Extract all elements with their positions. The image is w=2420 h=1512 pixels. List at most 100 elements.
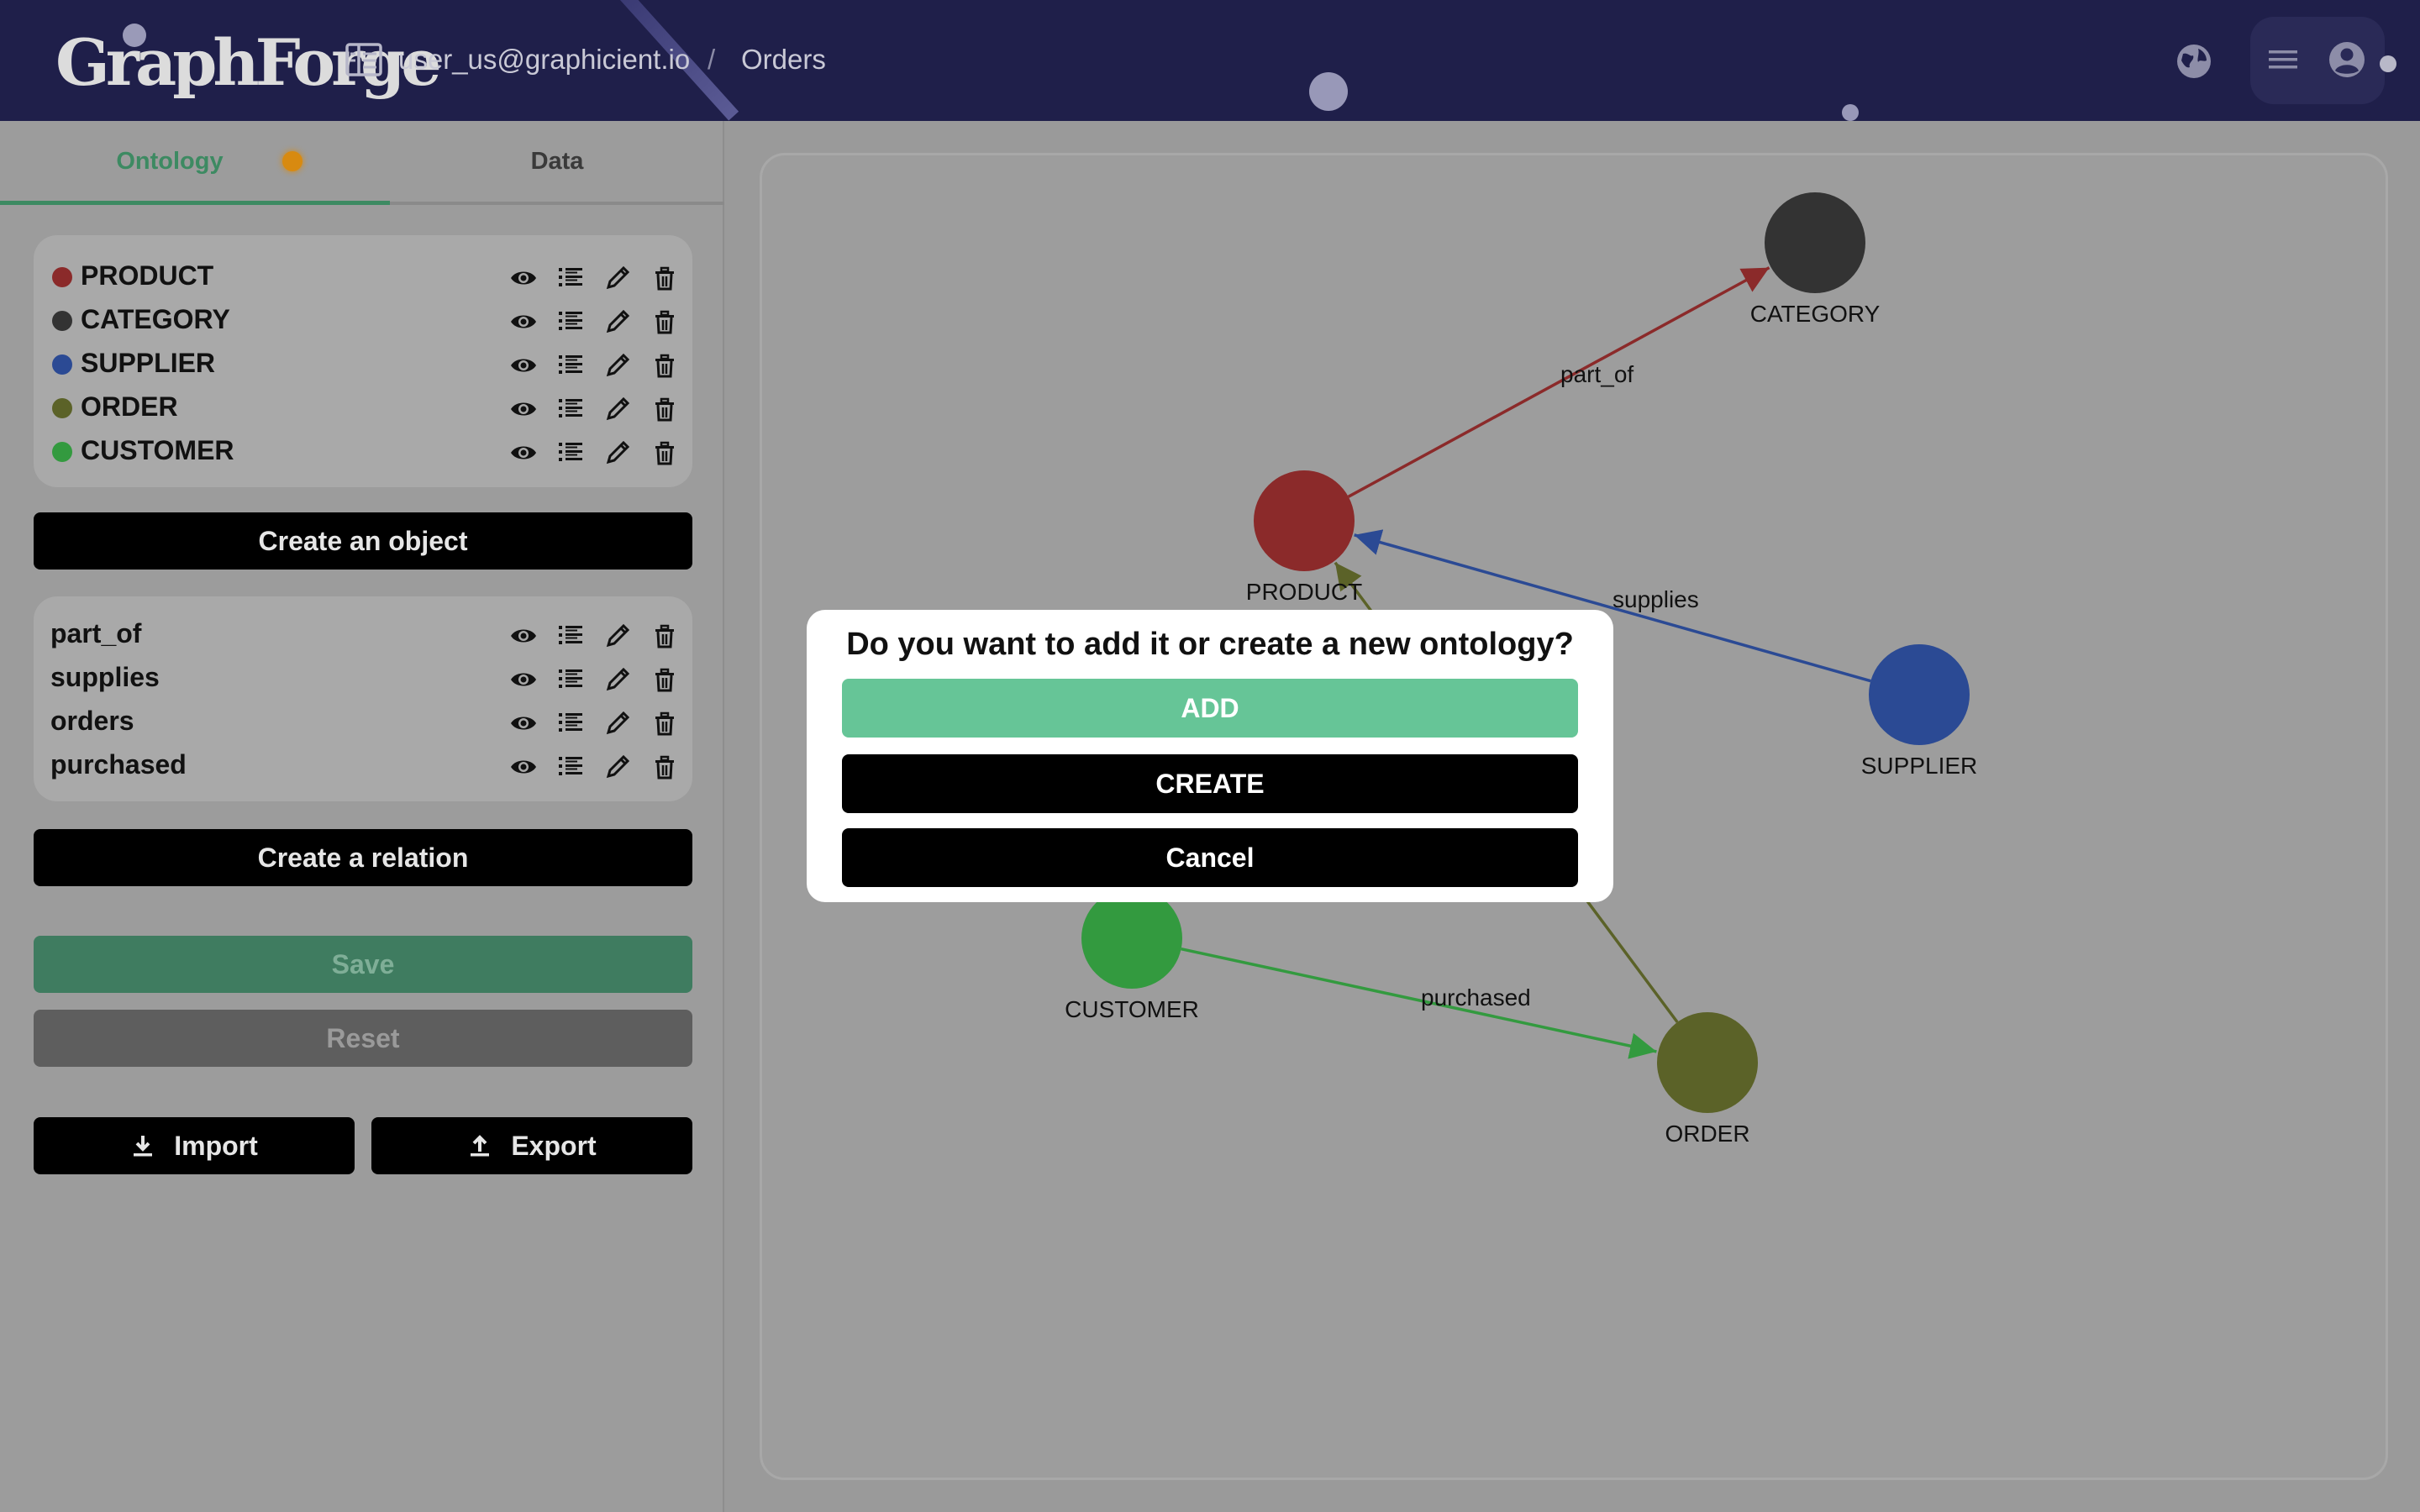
- list-icon[interactable]: [556, 622, 585, 650]
- color-swatch: [52, 442, 72, 462]
- trash-icon[interactable]: [650, 622, 679, 650]
- list-icon[interactable]: [556, 307, 585, 336]
- add-button[interactable]: ADD: [842, 679, 1578, 738]
- list-icon[interactable]: [556, 264, 585, 292]
- trash-icon[interactable]: [650, 753, 679, 781]
- pencil-icon[interactable]: [603, 307, 632, 336]
- table-icon: [345, 43, 382, 76]
- relation-row[interactable]: part_of: [34, 613, 692, 657]
- object-name: CUSTOMER: [81, 435, 234, 465]
- unsaved-indicator-dot: [282, 151, 302, 171]
- row-actions: [499, 304, 684, 338]
- reset-button[interactable]: Reset: [34, 1010, 692, 1067]
- upload-icon: [471, 1134, 490, 1157]
- breadcrumb-user[interactable]: user_us@graphicient.io: [398, 44, 690, 76]
- relation-row[interactable]: supplies: [34, 657, 692, 701]
- edge-label: purchased: [1421, 984, 1531, 1011]
- row-actions: [499, 435, 684, 469]
- objects-list: PRODUCT CATEGORY SUPPLIER ORDER CUSTOMER: [34, 235, 692, 487]
- object-name: PRODUCT: [81, 260, 214, 291]
- node-label: ORDER: [1665, 1121, 1749, 1147]
- relation-name: purchased: [50, 749, 187, 780]
- trash-icon[interactable]: [650, 438, 679, 467]
- color-swatch: [52, 267, 72, 287]
- pencil-icon[interactable]: [603, 351, 632, 380]
- list-icon[interactable]: [556, 753, 585, 781]
- list-icon[interactable]: [556, 395, 585, 423]
- create-object-button[interactable]: Create an object: [34, 512, 692, 570]
- cancel-button[interactable]: Cancel: [842, 828, 1578, 887]
- object-name: CATEGORY: [81, 304, 230, 334]
- edge-label: part_of: [1560, 361, 1634, 387]
- object-row[interactable]: CATEGORY: [34, 299, 692, 343]
- eye-icon[interactable]: [509, 351, 538, 380]
- pencil-icon[interactable]: [603, 709, 632, 738]
- hamburger-menu-icon[interactable]: [2267, 45, 2299, 74]
- create-button[interactable]: CREATE: [842, 754, 1578, 813]
- node-label: SUPPLIER: [1861, 753, 1978, 779]
- object-row[interactable]: CUSTOMER: [34, 430, 692, 474]
- create-relation-button[interactable]: Create a relation: [34, 829, 692, 886]
- node-label: CUSTOMER: [1065, 996, 1199, 1022]
- trash-icon[interactable]: [650, 264, 679, 292]
- row-actions: [499, 260, 684, 294]
- node-order[interactable]: [1657, 1012, 1758, 1113]
- pencil-icon[interactable]: [603, 622, 632, 650]
- globe-icon[interactable]: [2175, 42, 2213, 81]
- node-customer[interactable]: [1081, 888, 1182, 989]
- ontology-choice-dialog: Do you want to add it or create a new on…: [807, 610, 1613, 902]
- pencil-icon[interactable]: [603, 665, 632, 694]
- pencil-icon[interactable]: [603, 438, 632, 467]
- object-row[interactable]: ORDER: [34, 386, 692, 430]
- tab-ontology[interactable]: Ontology: [0, 121, 390, 205]
- list-icon[interactable]: [556, 665, 585, 694]
- pencil-icon[interactable]: [603, 395, 632, 423]
- relation-name: part_of: [50, 618, 142, 648]
- eye-icon[interactable]: [509, 665, 538, 694]
- eye-icon[interactable]: [509, 395, 538, 423]
- node-category[interactable]: [1765, 192, 1865, 293]
- app-header: GraphForge user_us@graphicient.io / Orde…: [0, 0, 2420, 121]
- import-button[interactable]: Import: [34, 1117, 355, 1174]
- eye-icon[interactable]: [509, 264, 538, 292]
- eye-icon[interactable]: [509, 709, 538, 738]
- eye-icon[interactable]: [509, 622, 538, 650]
- relations-list: part_of supplies orders purchased: [34, 596, 692, 801]
- trash-icon[interactable]: [650, 665, 679, 694]
- list-icon[interactable]: [556, 709, 585, 738]
- edge-purchased[interactable]: [1181, 947, 1657, 1059]
- eye-icon[interactable]: [509, 753, 538, 781]
- list-icon[interactable]: [556, 351, 585, 380]
- breadcrumb-page[interactable]: Orders: [741, 44, 826, 76]
- dialog-title: Do you want to add it or create a new on…: [846, 627, 1574, 662]
- tab-ontology-label: Ontology: [116, 148, 224, 175]
- node-product[interactable]: [1254, 470, 1355, 571]
- save-button[interactable]: Save: [34, 936, 692, 993]
- trash-icon[interactable]: [650, 709, 679, 738]
- relation-row[interactable]: purchased: [34, 744, 692, 788]
- object-row[interactable]: PRODUCT: [34, 255, 692, 299]
- export-button[interactable]: Export: [371, 1117, 692, 1174]
- eye-icon[interactable]: [509, 307, 538, 336]
- node-supplier[interactable]: [1869, 644, 1970, 745]
- tab-data-label: Data: [530, 148, 584, 175]
- tab-bar: Ontology Data: [0, 121, 724, 205]
- relation-row[interactable]: orders: [34, 701, 692, 744]
- edge-part-of[interactable]: [1347, 266, 1770, 498]
- node-label: CATEGORY: [1750, 301, 1881, 327]
- list-icon[interactable]: [556, 438, 585, 467]
- tab-data[interactable]: Data: [390, 121, 724, 205]
- object-row[interactable]: SUPPLIER: [34, 343, 692, 386]
- trash-icon[interactable]: [650, 395, 679, 423]
- row-actions: [499, 348, 684, 381]
- pencil-icon[interactable]: [603, 753, 632, 781]
- pencil-icon[interactable]: [603, 264, 632, 292]
- download-icon: [134, 1135, 153, 1157]
- trash-icon[interactable]: [650, 351, 679, 380]
- breadcrumb-separator: /: [708, 44, 716, 75]
- import-label: Import: [174, 1131, 258, 1161]
- eye-icon[interactable]: [509, 438, 538, 467]
- decorative-circle: [1842, 104, 1859, 121]
- trash-icon[interactable]: [650, 307, 679, 336]
- account-circle-icon[interactable]: [2328, 40, 2366, 79]
